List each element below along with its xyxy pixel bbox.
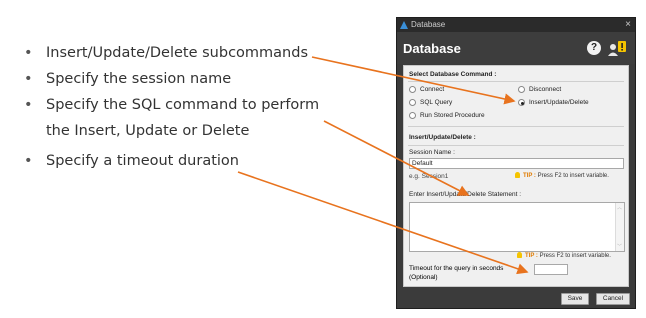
section-heading: Insert/Update/Delete : — [409, 134, 476, 141]
close-icon[interactable]: × — [625, 18, 631, 32]
tip-statement: TIP : Press F2 to insert variable. — [517, 252, 611, 259]
dialog-header: Database ? — [397, 32, 635, 64]
radio-label: Connect — [420, 86, 445, 93]
app-icon — [400, 21, 408, 29]
bullet-item: Specify a timeout duration — [22, 148, 322, 174]
radio-label: Disconnect — [529, 86, 562, 93]
statement-label: Enter Insert/Update/Delete Statement : — [409, 191, 522, 198]
radio-button[interactable] — [518, 86, 525, 93]
radio-label: Insert/Update/Delete — [529, 99, 589, 106]
divider — [408, 81, 624, 82]
radio-button[interactable] — [409, 86, 416, 93]
command-heading: Select Database Command : — [409, 71, 497, 78]
radio-button[interactable] — [409, 112, 416, 119]
bullet-item: Specify the SQL command to perform the I… — [22, 92, 322, 144]
tip-session: TIP : Press F2 to insert variable. — [515, 172, 609, 179]
radio-label: Run Stored Procedure — [420, 112, 485, 119]
session-name-label: Session Name : — [409, 149, 455, 156]
timeout-input[interactable] — [534, 264, 568, 275]
divider — [408, 145, 624, 146]
tip-text: Press F2 to insert variable. — [537, 173, 609, 179]
bullet-item: Insert/Update/Delete subcommands — [22, 40, 322, 66]
window-titlebar: Database × — [397, 18, 635, 32]
lightbulb-icon — [517, 252, 522, 258]
scroll-up-icon[interactable]: ︿ — [617, 204, 622, 211]
radio-connect[interactable]: Connect — [409, 86, 444, 93]
session-name-input[interactable]: Default — [409, 158, 624, 169]
radio-run-stored-procedure[interactable]: Run Stored Procedure — [409, 112, 485, 119]
radio-button-selected[interactable] — [518, 99, 525, 106]
tip-label: TIP : — [523, 173, 536, 179]
scroll-down-icon[interactable]: ﹀ — [617, 243, 622, 250]
divider — [408, 126, 624, 127]
dialog-title: Database — [403, 41, 461, 56]
radio-insert-update-delete[interactable]: Insert/Update/Delete — [518, 99, 589, 106]
session-hint: e.g. Session1 — [409, 173, 449, 180]
window-title: Database — [411, 20, 446, 29]
bullet-item: Specify the session name — [22, 66, 322, 92]
lightbulb-icon — [515, 172, 520, 178]
user-warning-icon[interactable] — [607, 39, 627, 57]
radio-label: SQL Query — [420, 99, 453, 106]
timeout-label: Timeout for the query in seconds — [409, 265, 504, 272]
tip-text: Press F2 to insert variable. — [539, 253, 611, 259]
bullet-list: Insert/Update/Delete subcommands Specify… — [22, 40, 322, 174]
timeout-optional-label: (Optional) — [409, 274, 438, 281]
database-dialog: Database × Database ? Select Database Co… — [396, 17, 636, 309]
save-button[interactable]: Save — [561, 293, 589, 305]
cancel-button[interactable]: Cancel — [596, 293, 630, 305]
statement-textarea[interactable]: ︿ ﹀ — [409, 202, 625, 252]
radio-button[interactable] — [409, 99, 416, 106]
help-icon[interactable]: ? — [587, 41, 601, 55]
radio-disconnect[interactable]: Disconnect — [518, 86, 561, 93]
radio-sql-query[interactable]: SQL Query — [409, 99, 452, 106]
tip-label: TIP : — [525, 253, 538, 259]
textarea-scrollbar[interactable]: ︿ ﹀ — [615, 203, 624, 251]
